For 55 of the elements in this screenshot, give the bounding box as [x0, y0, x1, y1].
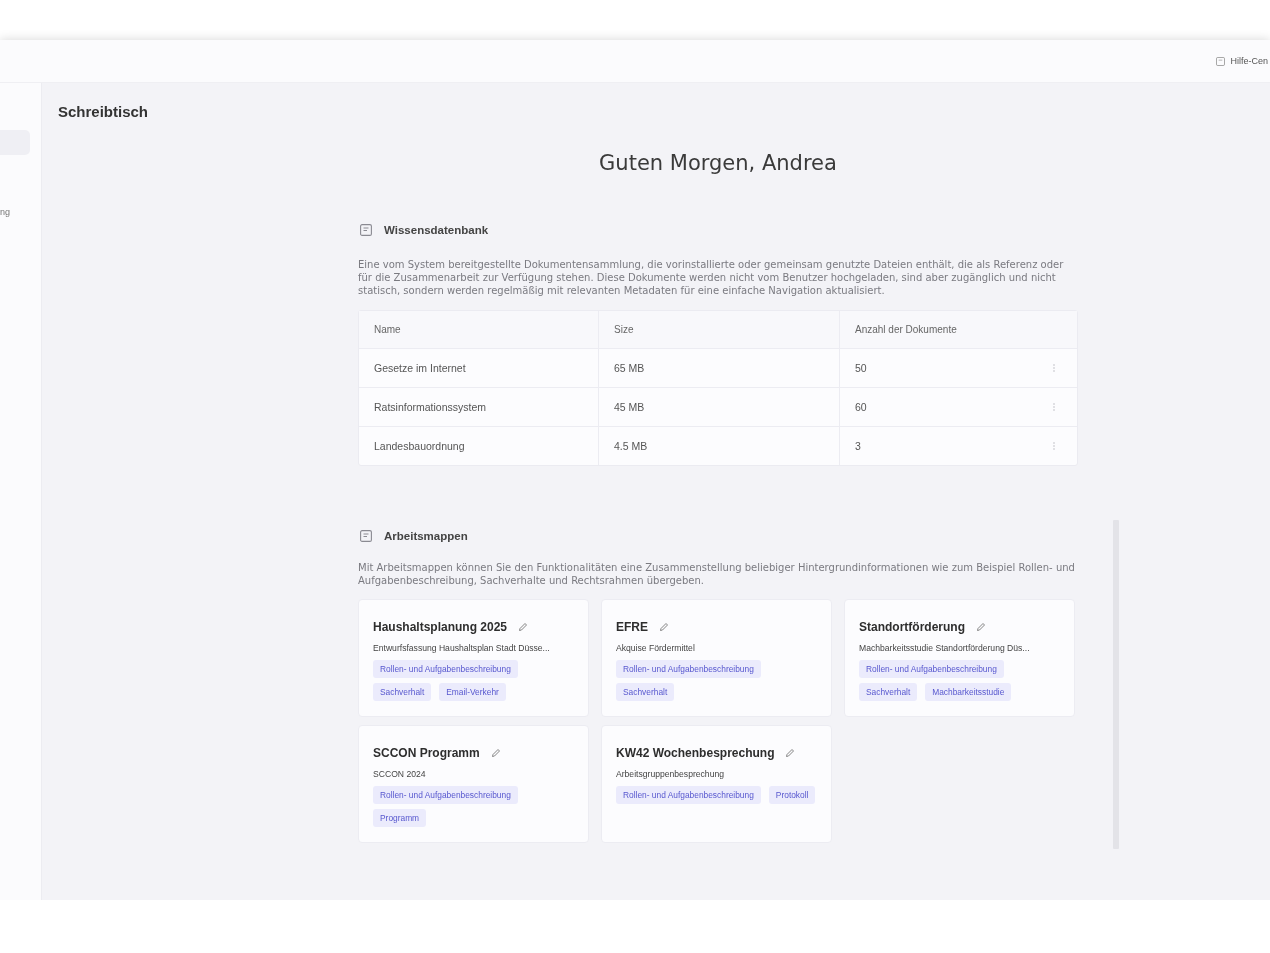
section-title: Wissensdatenbank	[384, 224, 489, 236]
section-title: Arbeitsmappen	[384, 530, 468, 542]
help-link[interactable]: Hilfe-Cen	[1216, 56, 1270, 66]
column-header: Anzahl der Dokumente	[855, 324, 957, 335]
tag: Sachverhalt	[373, 683, 432, 701]
book-icon	[1216, 56, 1226, 66]
card-title: Standortförderung	[859, 620, 965, 634]
greeting: Guten Morgen, Andrea	[598, 150, 838, 177]
page-title: Schreibtisch	[58, 103, 150, 121]
tag: Rollen- und Aufgabenbeschreibung	[616, 786, 761, 804]
pencil-icon[interactable]	[518, 622, 529, 632]
table-cell: Gesetze im Internet	[374, 362, 466, 374]
book-icon	[360, 224, 372, 236]
tag: Rollen- und Aufgabenbeschreibung	[373, 786, 518, 804]
card-title: SCCON Programm	[373, 746, 480, 760]
tag: Machbarkeitsstudie	[925, 683, 1012, 701]
table-cell: 60	[855, 401, 867, 413]
tag: Email-Verkehr	[439, 683, 506, 701]
table-cell: 45 MB	[614, 401, 645, 413]
table-cell: 50	[855, 362, 867, 374]
table-cell: Landesbauordnung	[374, 440, 465, 452]
table-cell: 65 MB	[614, 362, 645, 374]
workbook-card[interactable]: Haushaltsplanung 2025 Entwurfsfassung Haushaltsplan Stadt Düsse... Rollen- und Aufgabenbeschreibung Sachverhalt Email-Verkehr	[358, 599, 589, 717]
tag: Protokoll	[768, 786, 816, 804]
table-cell: 3	[855, 440, 861, 452]
tag: Sachverhalt	[616, 683, 675, 701]
column-header: Size	[614, 324, 634, 335]
tag: Programm	[373, 809, 427, 827]
tag: Rollen- und Aufgabenbeschreibung	[859, 660, 1004, 678]
pencil-icon[interactable]	[976, 622, 986, 632]
card-subtitle: Machbarkeitsstudie Standortförderung Düs...	[859, 643, 1031, 653]
tag: Rollen- und Aufgabenbeschreibung	[373, 660, 518, 678]
workbook-card[interactable]: Standortförderung Machbarkeitsstudie Standortförderung Düs... Rollen- und Aufgabenbeschreibung Sachverhalt Machbarkeitsstudie	[844, 599, 1075, 717]
pencil-icon[interactable]	[659, 622, 669, 632]
section-description: Eine vom System bereitgestellte Dokumentensammlung, die vorinstallierte oder gemeinsam genutzte Dateien enthält, die als Referenz oder für die Zusammenarbeit zur Verfügung stehen. Diese Dokumente werden nicht vom Benutzer hochgeladen, sind aber zugänglich und nicht statisch, sondern werden regelmäßig mit relevanten Metadaten für eine einfache Navigation aktualisiert.	[358, 258, 1065, 297]
card-subtitle: SCCON 2024	[373, 769, 427, 779]
workbook-card[interactable]: SCCON Programm SCCON 2024 Rollen- und Aufgabenbeschreibung Programm	[358, 725, 589, 843]
workbook-card[interactable]: EFRE Akquise Fördermittel Rollen- und Aufgabenbeschreibung Sachverhalt	[601, 599, 832, 717]
workbook-card[interactable]: KW42 Wochenbesprechung Arbeitsgruppenbesprechung Rollen- und Aufgabenbeschreibung Protokoll	[601, 725, 832, 843]
book-icon	[360, 530, 372, 542]
pencil-icon[interactable]	[785, 748, 796, 758]
table-cell: Ratsinformationssystem	[374, 401, 487, 413]
card-subtitle: Arbeitsgruppenbesprechung	[616, 769, 725, 779]
sidebar-item[interactable]: ng	[0, 200, 30, 225]
card-title: EFRE	[616, 620, 648, 634]
pencil-icon[interactable]	[490, 748, 501, 758]
tag: Sachverhalt	[859, 683, 918, 701]
card-title: Haushaltsplanung 2025	[373, 620, 508, 634]
card-title: KW42 Wochenbesprechung	[616, 746, 775, 760]
table-cell: 4.5 MB	[614, 440, 648, 452]
card-subtitle: Akquise Fördermittel	[616, 643, 696, 653]
section-description: Mit Arbeitsmappen können Sie den Funktionalitäten eine Zusammenstellung beliebiger Hintergrundinformationen wie zum Beispiel Rollen- und Aufgabenbeschreibung, Sachverhalte und Rechtsrahmen übergeben.	[358, 561, 1076, 587]
column-header: Name	[374, 324, 401, 335]
tag: Rollen- und Aufgabenbeschreibung	[616, 660, 761, 678]
card-subtitle: Entwurfsfassung Haushaltsplan Stadt Düsse...	[373, 643, 551, 653]
